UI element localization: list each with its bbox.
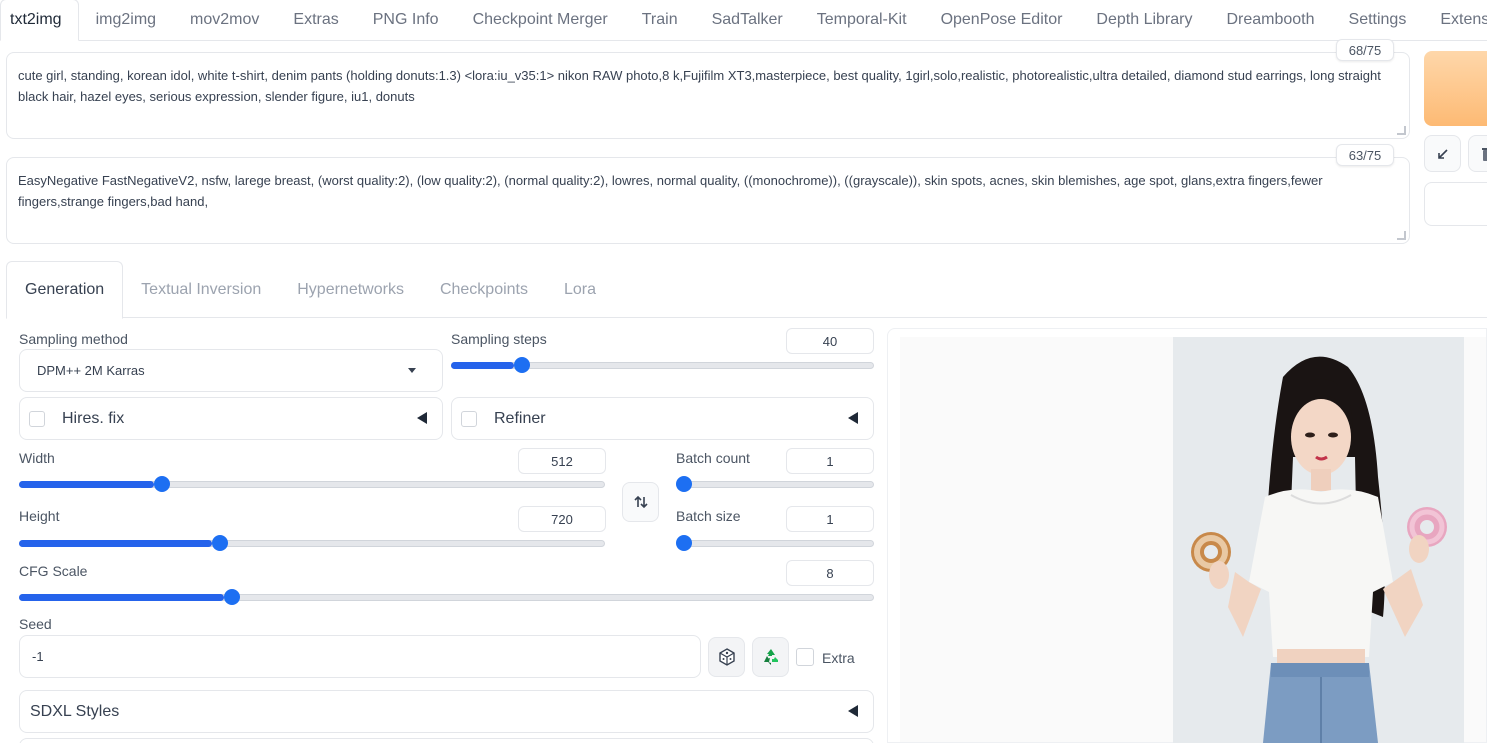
trash-button[interactable] (1468, 135, 1487, 172)
batch-count-slider[interactable] (676, 476, 874, 492)
styles-dropdown[interactable] (1424, 182, 1487, 226)
tab-txt2img[interactable]: txt2img (0, 0, 79, 41)
tab-dreambooth[interactable]: Dreambooth (1209, 0, 1331, 40)
tab-train[interactable]: Train (625, 0, 695, 40)
resize-handle[interactable] (1397, 126, 1406, 135)
refiner-label: Refiner (494, 409, 546, 427)
extra-label: Extra (822, 650, 855, 666)
sdxl-styles-accordion[interactable]: SDXL Styles (19, 690, 874, 733)
tab-openpose-editor[interactable]: OpenPose Editor (924, 0, 1080, 40)
tab-sadtalker[interactable]: SadTalker (695, 0, 800, 40)
slider-handle[interactable] (212, 535, 229, 551)
tab-temporal-kit[interactable]: Temporal-Kit (800, 0, 924, 40)
extra-seed-checkbox[interactable] (796, 648, 814, 666)
slider-fill (19, 481, 154, 488)
refiner-accordion[interactable]: Refiner (451, 397, 874, 440)
tab-lora[interactable]: Lora (546, 261, 614, 318)
slider-track (676, 481, 874, 488)
tab-img2img[interactable]: img2img (79, 0, 173, 40)
tab-hypernetworks[interactable]: Hypernetworks (279, 261, 422, 318)
cfg-scale-input[interactable]: 8 (786, 560, 874, 586)
generate-button[interactable] (1424, 51, 1487, 126)
sampling-method-value: DPM++ 2M Karras (37, 363, 145, 378)
sdxl-styles-label: SDXL Styles (30, 702, 120, 720)
slider-fill (19, 594, 225, 601)
cfg-scale-label: CFG Scale (19, 563, 88, 579)
reuse-seed-button[interactable] (752, 637, 789, 677)
sampling-method-label: Sampling method (19, 331, 128, 347)
cfg-scale-slider[interactable] (19, 589, 874, 605)
recycle-icon (763, 649, 778, 665)
send-arrow-button[interactable] (1424, 135, 1461, 172)
tab-checkpoints[interactable]: Checkpoints (422, 261, 546, 318)
trash-icon (1481, 147, 1487, 161)
collapse-triangle-icon[interactable] (848, 412, 858, 424)
negative-token-counter: 63/75 (1336, 144, 1394, 166)
batch-size-slider[interactable] (676, 535, 874, 551)
tab-extensions[interactable]: Extens (1423, 0, 1487, 40)
width-slider[interactable] (19, 476, 605, 492)
slider-handle[interactable] (224, 589, 241, 605)
negative-prompt-textarea[interactable]: EasyNegative FastNegativeV2, nsfw, lareg… (6, 157, 1410, 244)
chevron-down-icon (408, 368, 416, 373)
collapse-triangle-icon[interactable] (848, 705, 858, 717)
height-slider[interactable] (19, 535, 605, 551)
seed-label: Seed (19, 616, 52, 632)
hires-fix-checkbox[interactable] (29, 410, 45, 427)
dice-icon (718, 648, 735, 666)
arrow-icon (1437, 148, 1448, 159)
slider-fill (19, 540, 213, 547)
next-accordion[interactable] (19, 738, 874, 743)
generated-image-illustration (1173, 337, 1464, 743)
width-label: Width (19, 450, 55, 466)
tab-mov2mov[interactable]: mov2mov (173, 0, 276, 40)
tab-extras[interactable]: Extras (276, 0, 355, 40)
prompt-textarea[interactable]: cute girl, standing, korean idol, white … (6, 52, 1410, 139)
batch-size-input[interactable]: 1 (786, 506, 874, 532)
slider-track (676, 540, 874, 547)
height-input[interactable]: 720 (518, 506, 606, 532)
collapse-triangle-icon[interactable] (417, 412, 427, 424)
tab-depth-library[interactable]: Depth Library (1079, 0, 1209, 40)
batch-count-label: Batch count (676, 450, 750, 466)
random-seed-button[interactable] (708, 637, 745, 677)
slider-handle[interactable] (153, 476, 170, 492)
prompt-text: cute girl, standing, korean idol, white … (18, 68, 1381, 104)
sampling-steps-label: Sampling steps (451, 331, 547, 347)
hires-fix-label: Hires. fix (62, 409, 125, 427)
height-label: Height (19, 508, 60, 524)
hires-fix-accordion[interactable]: Hires. fix (19, 397, 443, 440)
batch-size-label: Batch size (676, 508, 741, 524)
seed-input[interactable]: -1 (19, 635, 701, 678)
tab-png-info[interactable]: PNG Info (356, 0, 456, 40)
swap-dimensions-button[interactable] (622, 482, 659, 522)
slider-handle[interactable] (676, 476, 692, 492)
top-tab-bar: txt2img img2img mov2mov Extras PNG Info … (0, 0, 1487, 41)
tab-settings[interactable]: Settings (1332, 0, 1424, 40)
sampling-method-dropdown[interactable]: DPM++ 2M Karras (19, 349, 443, 392)
tab-checkpoint-merger[interactable]: Checkpoint Merger (456, 0, 625, 40)
slider-fill (451, 362, 515, 369)
generated-image[interactable] (1173, 337, 1464, 743)
resize-handle[interactable] (1397, 231, 1406, 240)
sampling-steps-input[interactable]: 40 (786, 328, 874, 354)
prompt-token-counter: 68/75 (1336, 39, 1394, 61)
refiner-checkbox[interactable] (461, 410, 477, 427)
tab-textual-inversion[interactable]: Textual Inversion (123, 261, 279, 318)
swap-vertical-icon (633, 495, 648, 509)
slider-handle[interactable] (676, 535, 692, 551)
sampling-steps-slider[interactable] (451, 357, 874, 373)
tab-generation[interactable]: Generation (6, 261, 124, 319)
seed-value: -1 (32, 649, 44, 664)
width-input[interactable]: 512 (518, 448, 606, 474)
sub-tab-bar: Generation Textual Inversion Hypernetwor… (6, 261, 1487, 319)
batch-count-input[interactable]: 1 (786, 448, 874, 474)
negative-prompt-text: EasyNegative FastNegativeV2, nsfw, lareg… (18, 173, 1323, 209)
slider-handle[interactable] (514, 357, 531, 373)
